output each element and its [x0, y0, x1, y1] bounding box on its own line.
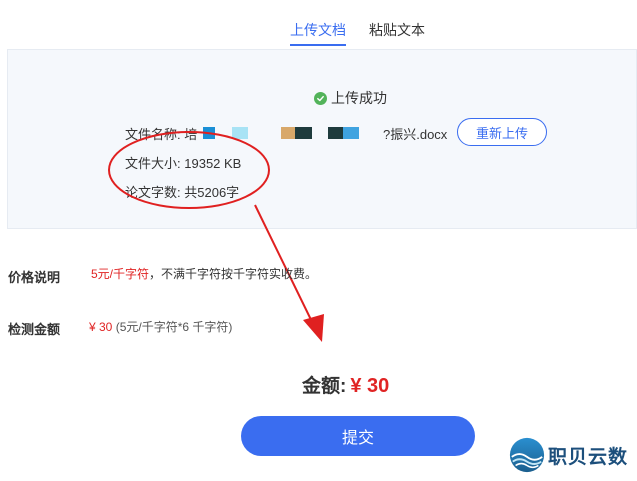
watermark-text: 职贝云数 — [548, 446, 629, 468]
price-note: ，不满千字符按千字符实收费。 — [149, 267, 318, 281]
redaction-block — [328, 127, 343, 139]
amount-label: 检测金额 — [8, 322, 61, 337]
redaction-block — [203, 127, 215, 139]
tab-upload-document[interactable]: 上传文档 — [290, 20, 346, 46]
price-rate: 5元/千字符 — [91, 267, 150, 281]
word-count-label: 论文字数: — [125, 185, 181, 200]
reupload-button[interactable]: 重新上传 — [457, 118, 547, 146]
amount-value: ¥ 30 — [89, 320, 113, 334]
upload-status-text: 上传成功 — [331, 90, 387, 106]
file-size-row: 文件大小: 19352 KB — [125, 153, 241, 172]
redaction-block — [281, 127, 295, 139]
redaction-block — [232, 127, 248, 139]
total-amount: 金额: ¥ 30 — [302, 371, 389, 398]
price-description: 5元/千字符，不满千字符按千字符实收费。 — [91, 265, 317, 282]
total-value: ¥ 30 — [350, 375, 390, 397]
submit-button[interactable]: 提交 — [241, 416, 475, 456]
upload-status: 上传成功 — [314, 88, 387, 108]
tab-paste-text[interactable]: 粘贴文本 — [369, 20, 425, 40]
price-label: 价格说明 — [8, 270, 61, 285]
file-name-start: 培 — [184, 127, 198, 142]
redaction-block — [295, 127, 312, 139]
redaction-block — [343, 127, 359, 139]
file-name-row: 文件名称: 培 — [125, 124, 197, 143]
watermark: 职贝云数 — [508, 436, 628, 474]
amount-description: ¥ 30 (5元/千字符*6 千字符) — [89, 318, 232, 335]
file-size-label: 文件大小: — [125, 156, 181, 171]
file-size-value: 19352 KB — [184, 156, 242, 171]
check-circle-icon — [314, 91, 327, 105]
word-count-row: 论文字数: 共5206字 — [125, 182, 239, 201]
annotation-arrow-head — [303, 314, 324, 342]
file-name-label: 文件名称: — [125, 127, 181, 142]
amount-detail: (5元/千字符*6 千字符) — [115, 320, 233, 334]
tab-bar: 上传文档 粘贴文本 — [0, 16, 637, 46]
total-label: 金额: — [302, 376, 347, 397]
watermark-logo-icon — [509, 437, 545, 473]
word-count-value: 共5206字 — [184, 185, 240, 200]
file-name-end: ?振兴.docx — [383, 127, 448, 142]
